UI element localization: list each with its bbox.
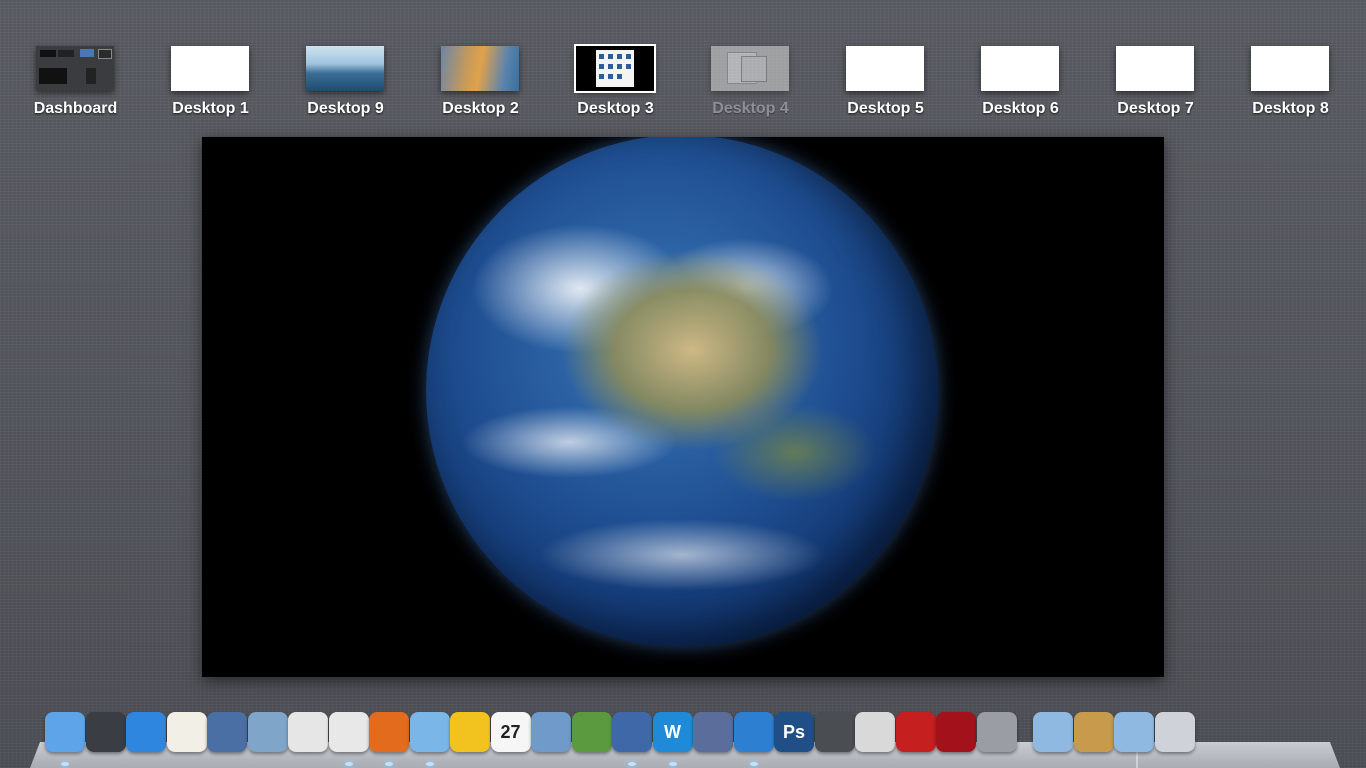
mail-stamp-icon[interactable] [531,712,571,752]
space-label: Desktop 7 [1117,100,1194,117]
earth-wallpaper-image [426,137,938,647]
quill-icon[interactable] [693,712,733,752]
space-label: Desktop 3 [577,100,654,117]
running-indicator [628,762,636,766]
space-thumbnail [1251,46,1329,91]
space-label: Dashboard [33,100,118,117]
space-thumbnail [1116,46,1194,91]
system-preferences-icon[interactable] [976,712,1017,752]
dock-icon-text: W [664,721,681,742]
calendar-icon[interactable]: 27 [490,712,531,752]
space-label: Desktop 4 [712,100,789,117]
space-desktop-6[interactable]: Desktop 6 [953,46,1088,126]
space-thumbnail [441,46,519,91]
safari-icon[interactable] [409,712,450,766]
space-desktop-1[interactable]: Desktop 1 [143,46,278,126]
photoshop-icon[interactable]: Ps [774,712,814,752]
space-label: Desktop 9 [307,100,384,117]
current-desktop-preview[interactable] [202,137,1164,677]
running-indicator [344,762,353,766]
space-label: Desktop 2 [442,100,519,117]
spaces-bar: Dashboard Desktop 1 Desktop 9 Desktop 2 … [0,0,1366,130]
dashboard-widgets-icon[interactable] [85,712,126,752]
space-thumbnail [306,46,384,91]
twitter-bird-icon[interactable] [450,712,490,752]
applications-folder-icon[interactable] [1114,712,1154,752]
word-processor-icon[interactable]: W [652,712,693,766]
space-desktop-5[interactable]: Desktop 5 [818,46,953,126]
firefox-icon[interactable] [369,712,409,766]
dock-icon-text: Ps [782,721,806,742]
space-desktop-4[interactable]: Desktop 4 [683,46,818,126]
software-update-icon[interactable] [855,712,895,752]
photo-booth-icon[interactable] [936,712,976,752]
space-desktop-2[interactable]: Desktop 2 [413,46,548,126]
trash-icon[interactable] [1154,712,1195,752]
space-label: Desktop 6 [982,100,1059,117]
space-desktop-3[interactable]: Desktop 3 [548,44,683,126]
finder-icon[interactable] [45,712,85,766]
space-label: Desktop 8 [1252,100,1329,117]
running-indicator [749,762,758,766]
running-indicator [385,762,393,766]
app-store-icon[interactable] [126,712,166,752]
space-thumbnail [171,46,249,91]
dock: 27 W Ps [30,704,1340,768]
space-thumbnail [574,44,656,93]
facetime-icon[interactable] [814,712,855,752]
address-book-icon[interactable] [1073,712,1114,752]
space-desktop-8[interactable]: Desktop 8 [1223,46,1358,126]
solitaire-icon[interactable] [166,712,207,752]
dock-icon-text: 27 [500,721,521,742]
space-thumbnail [36,46,114,91]
front-row-chair-icon[interactable] [895,712,936,752]
running-indicator [668,762,677,766]
space-thumbnail [711,46,789,91]
downloads-folder-icon[interactable] [1033,712,1073,752]
remote-desktop-icon[interactable] [247,712,288,752]
itunes-icon[interactable] [733,712,774,766]
space-desktop-7[interactable]: Desktop 7 [1088,46,1223,126]
space-thumbnail [846,46,924,91]
space-thumbnail [981,46,1059,91]
image-capture-icon[interactable] [288,712,328,752]
space-dashboard[interactable]: Dashboard [8,46,143,126]
iphoto-icon[interactable] [571,712,612,752]
running-indicator [425,762,434,766]
space-label: Desktop 1 [172,100,249,117]
chrome-icon[interactable] [328,712,369,766]
space-desktop-9[interactable]: Desktop 9 [278,46,413,126]
vmware-fusion-icon[interactable] [207,712,247,752]
space-label: Desktop 5 [847,100,924,117]
keynote-chart-icon[interactable] [612,712,652,766]
running-indicator [61,762,69,766]
